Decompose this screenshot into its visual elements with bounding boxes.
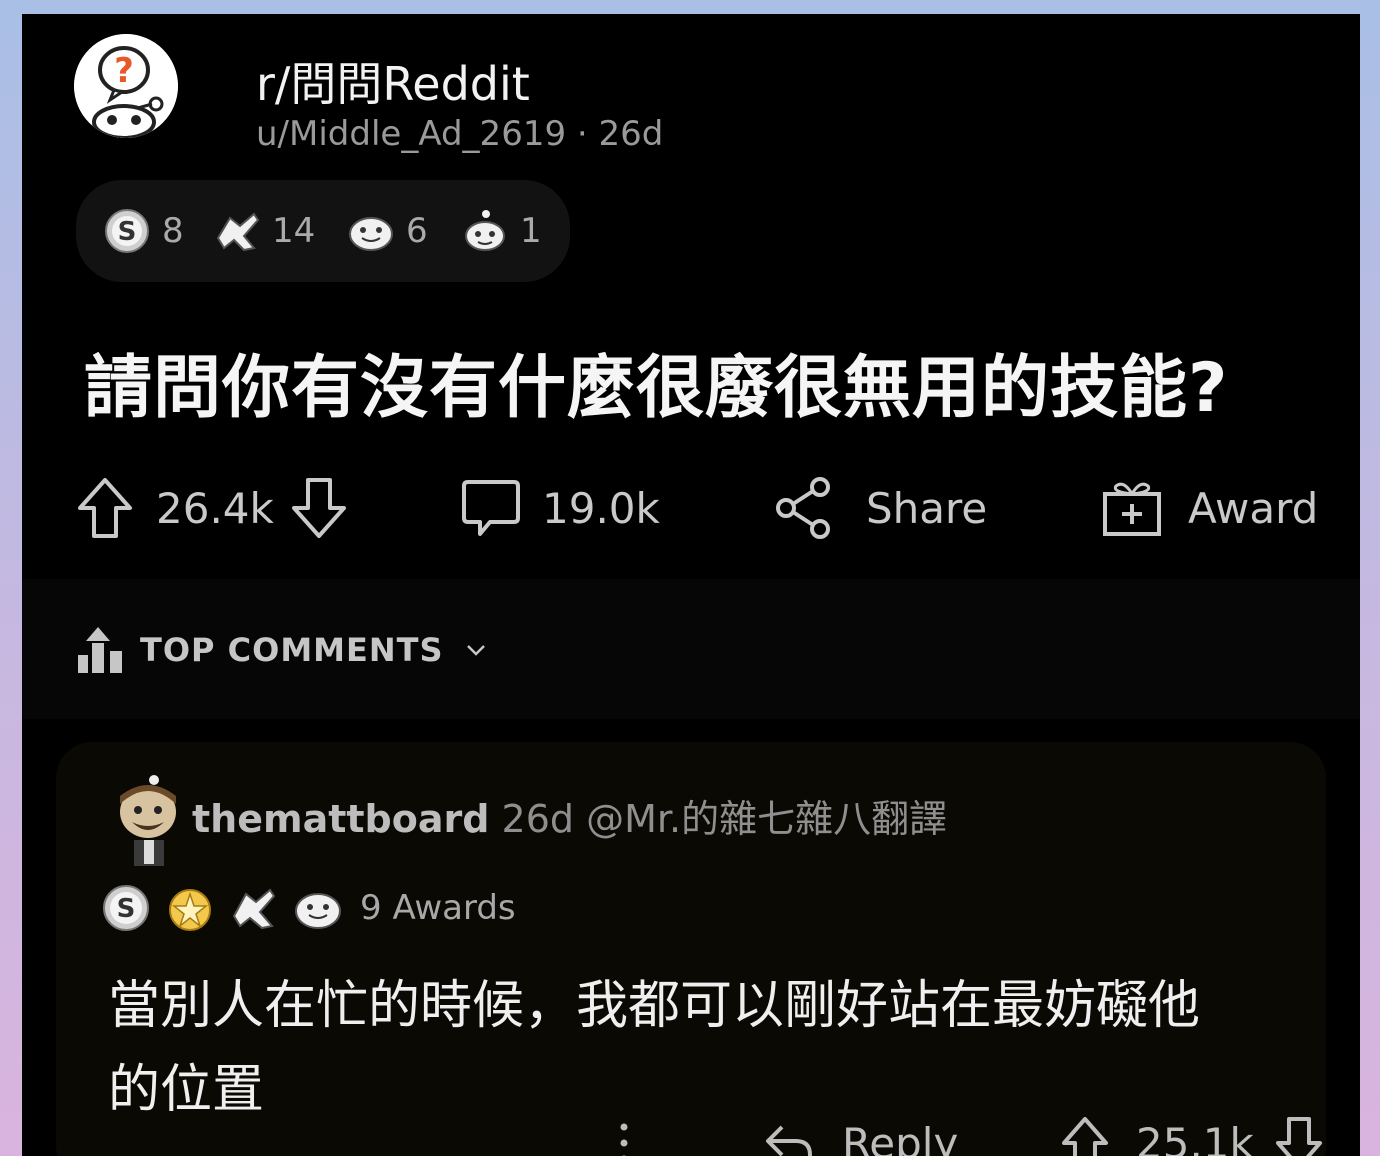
downvote-arrow-icon — [1276, 1117, 1322, 1156]
chevron-down-icon — [466, 645, 485, 656]
comment-age: 26d — [501, 797, 575, 841]
comment-actions: Reply 25.1k — [56, 1108, 1326, 1156]
share-icon — [776, 477, 830, 539]
sort-label: TOP COMMENTS — [140, 631, 444, 669]
post-title[interactable]: 請問你有沒有什麼很廢很無用的技能? — [84, 332, 1228, 431]
question-snoo-icon: ? — [74, 34, 178, 138]
award-button[interactable]: Award — [1100, 468, 1318, 548]
silver-award-icon: S — [103, 885, 149, 931]
helpful-award-icon — [295, 893, 341, 929]
vote-count: 26.4k — [156, 483, 274, 533]
helpful-award-icon — [349, 217, 393, 251]
comment-mention: @Mr.的雜七雜八翻譯 — [586, 797, 948, 841]
svg-text:S: S — [117, 894, 136, 924]
award-helpful: 6 — [348, 208, 428, 254]
award-count: 14 — [272, 211, 316, 251]
award-silver: S 8 — [104, 208, 184, 254]
comment-more-button[interactable] — [618, 1108, 630, 1156]
reply-button[interactable]: Reply — [762, 1108, 958, 1156]
silver-award-icon: S — [105, 209, 149, 253]
comment-username[interactable]: themattboard — [192, 797, 489, 841]
upvote-arrow-icon — [78, 478, 132, 538]
post-actions: 26.4k 19.0k Share Award — [22, 468, 1360, 548]
more-vertical-icon — [620, 1123, 628, 1156]
downvote-arrow-icon — [292, 478, 346, 538]
svg-text:S: S — [118, 217, 137, 247]
comment-body: 當別人在忙的時候，我都可以剛好站在最妨礙他 的位置 — [108, 964, 1318, 1132]
award-count: 1 — [520, 211, 542, 251]
award-label: Award — [1188, 483, 1319, 533]
post-awards[interactable]: S 8 14 6 1 — [76, 180, 570, 282]
comment-downvote-button[interactable] — [1274, 1108, 1324, 1156]
upvote-button[interactable] — [76, 468, 134, 548]
gift-icon — [1103, 482, 1161, 536]
post-meta: u/Middle_Ad_2619 · 26d — [256, 114, 663, 154]
comment-vote-count: 25.1k — [1136, 1118, 1254, 1156]
comment-body-line: 當別人在忙的時候，我都可以剛好站在最妨礙他 — [108, 976, 1201, 1036]
gold-star-award-icon — [169, 889, 211, 931]
comment-bubble-icon — [462, 480, 520, 536]
comment-awards-count: 9 Awards — [360, 888, 516, 928]
comment-card: themattboard 26d @Mr.的雜七雜八翻譯 S 9 Awards … — [56, 742, 1326, 1156]
wholesome-award-icon — [232, 888, 276, 930]
commenter-avatar[interactable] — [106, 774, 192, 870]
award-wholesome: 14 — [214, 208, 315, 254]
author-link[interactable]: u/Middle_Ad_2619 — [256, 114, 566, 154]
svg-text:?: ? — [114, 51, 134, 91]
downvote-button[interactable] — [290, 468, 348, 548]
comment-sort-dropdown[interactable]: TOP COMMENTS — [76, 622, 488, 678]
award-snoo: 1 — [462, 208, 542, 254]
subreddit-name[interactable]: r/問問Reddit — [256, 48, 530, 114]
comment-upvote-button[interactable] — [1060, 1108, 1110, 1156]
snoo-award-icon — [465, 210, 505, 251]
share-button[interactable]: Share — [774, 468, 987, 548]
app-screen: ? r/問問Reddit u/Middle_Ad_2619 · 26d S 8 — [22, 14, 1360, 1156]
subreddit-avatar[interactable]: ? — [74, 34, 178, 138]
award-count: 8 — [162, 211, 184, 251]
reply-label: Reply — [842, 1118, 959, 1156]
post-age: 26d — [598, 114, 664, 154]
award-count: 6 — [406, 211, 428, 251]
upvote-arrow-icon — [1062, 1117, 1108, 1156]
commenter-avatar-icon — [120, 775, 176, 866]
meta-separator: · — [576, 114, 588, 154]
comment-count: 19.0k — [542, 483, 660, 533]
comment-awards[interactable]: S 9 Awards — [102, 878, 516, 938]
reply-arrow-icon — [766, 1125, 812, 1156]
comment-meta: themattboard 26d @Mr.的雜七雜八翻譯 — [192, 788, 947, 843]
wholesome-award-icon — [216, 212, 260, 252]
comments-button[interactable]: 19.0k — [460, 468, 660, 548]
top-rocket-icon — [78, 627, 122, 673]
share-label: Share — [866, 483, 988, 533]
